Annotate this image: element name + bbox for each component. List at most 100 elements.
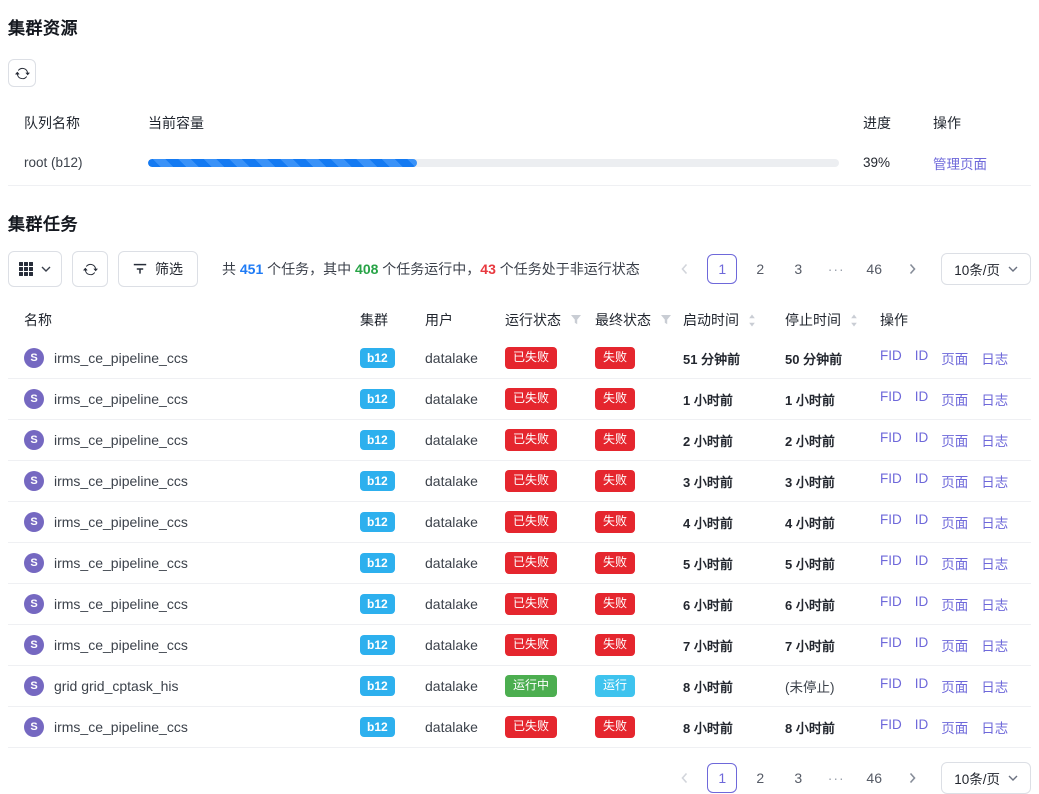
funnel-icon[interactable] [570,314,582,326]
start-time: 8 小时前 [683,677,785,696]
tasks-refresh-button[interactable] [72,251,108,287]
page-link[interactable]: 页面 [941,512,968,532]
id-link[interactable]: ID [915,389,929,409]
page-ellipsis[interactable]: ··· [821,763,851,793]
funnel-icon[interactable] [660,314,672,326]
page-link[interactable]: 页面 [941,676,968,696]
log-link[interactable]: 日志 [981,512,1008,532]
final-status-badge: 失败 [595,552,635,574]
final-status-badge: 失败 [595,429,635,451]
fid-link[interactable]: FID [880,430,902,450]
cluster-badge: b12 [360,717,395,737]
fid-link[interactable]: FID [880,471,902,491]
resources-refresh-button[interactable] [8,59,36,87]
id-link[interactable]: ID [915,635,929,655]
run-status-badge: 已失败 [505,716,557,738]
id-link[interactable]: ID [915,430,929,450]
fid-link[interactable]: FID [880,553,902,573]
task-name-cell: S irms_ce_pipeline_ccs [8,389,360,409]
cluster-resources-section: 集群资源 队列名称 当前容量 进度 操作 root (b12) 39% [8,14,1031,186]
prev-page-button[interactable] [669,254,699,284]
log-link[interactable]: 日志 [981,553,1008,573]
stop-time: 8 小时前 [785,718,880,737]
log-link[interactable]: 日志 [981,717,1008,737]
page-button-1[interactable]: 1 [707,763,737,793]
user-cell: datalake [425,637,505,653]
stop-time-header: 停止时间 [785,310,841,330]
page-ellipsis[interactable]: ··· [821,254,851,284]
queue-name-header: 队列名称 [8,113,148,133]
page-link[interactable]: 页面 [941,635,968,655]
chevron-down-icon [41,266,51,272]
final-status-badge: 失败 [595,388,635,410]
page-button-2[interactable]: 2 [745,254,775,284]
log-link[interactable]: 日志 [981,471,1008,491]
user-cell: datalake [425,596,505,612]
page-link[interactable]: 页面 [941,389,968,409]
task-name: irms_ce_pipeline_ccs [54,719,188,735]
prev-page-button[interactable] [669,763,699,793]
page-link[interactable]: 页面 [941,430,968,450]
fid-link[interactable]: FID [880,717,902,737]
page-link[interactable]: 页面 [941,471,968,491]
page-button-3[interactable]: 3 [783,254,813,284]
page-button-2[interactable]: 2 [745,763,775,793]
log-link[interactable]: 日志 [981,594,1008,614]
page-link[interactable]: 页面 [941,717,968,737]
fid-link[interactable]: FID [880,594,902,614]
sort-icon[interactable] [850,314,858,327]
page-button-46[interactable]: 46 [859,763,889,793]
log-link[interactable]: 日志 [981,430,1008,450]
chevron-down-icon [1008,775,1018,781]
log-link[interactable]: 日志 [981,348,1008,368]
fid-link[interactable]: FID [880,348,902,368]
final-status-badge: 失败 [595,347,635,369]
log-link[interactable]: 日志 [981,389,1008,409]
name-header: 名称 [8,310,360,330]
row-actions: FID ID 页面 日志 [880,676,1031,696]
filter-button[interactable]: 筛选 [118,251,198,287]
fid-link[interactable]: FID [880,676,902,696]
id-link[interactable]: ID [915,348,929,368]
page-link[interactable]: 页面 [941,348,968,368]
user-cell: datalake [425,350,505,366]
id-link[interactable]: ID [915,717,929,737]
page-size-select[interactable]: 10条/页 [941,253,1031,285]
manage-page-link[interactable]: 管理页面 [933,157,987,172]
page-button-1[interactable]: 1 [707,254,737,284]
log-link[interactable]: 日志 [981,676,1008,696]
page-button-46[interactable]: 46 [859,254,889,284]
next-page-button[interactable] [897,763,927,793]
fid-link[interactable]: FID [880,635,902,655]
pagination: 1 2 3 ··· 46 10条/页 [669,253,1031,285]
fid-link[interactable]: FID [880,389,902,409]
page-link[interactable]: 页面 [941,594,968,614]
avatar: S [24,635,44,655]
fid-link[interactable]: FID [880,512,902,532]
stop-time: 5 小时前 [785,554,880,573]
id-link[interactable]: ID [915,471,929,491]
filter-button-label: 筛选 [155,259,183,279]
chevron-left-icon [680,772,689,784]
tasks-toolbar: 筛选 共 451 个任务，其中 408 个任务运行中，43 个任务处于非运行状态… [8,251,1031,287]
start-time: 4 小时前 [683,513,785,532]
user-cell: datalake [425,678,505,694]
chevron-left-icon [680,263,689,275]
id-link[interactable]: ID [915,512,929,532]
column-settings-button[interactable] [8,251,62,287]
page-size-select[interactable]: 10条/页 [941,762,1031,794]
row-actions: FID ID 页面 日志 [880,635,1031,655]
page-link[interactable]: 页面 [941,553,968,573]
next-page-button[interactable] [897,254,927,284]
log-link[interactable]: 日志 [981,635,1008,655]
tasks-table-header: 名称 集群 用户 运行状态 最终状态 启动时间 停止时间 [8,302,1031,338]
sort-icon[interactable] [748,314,756,327]
tasks-section-title: 集群任务 [8,210,1031,235]
run-status-header: 运行状态 [505,310,561,330]
id-link[interactable]: ID [915,553,929,573]
task-name-cell: S irms_ce_pipeline_ccs [8,348,360,368]
page-button-3[interactable]: 3 [783,763,813,793]
id-link[interactable]: ID [915,594,929,614]
id-link[interactable]: ID [915,676,929,696]
avatar: S [24,676,44,696]
